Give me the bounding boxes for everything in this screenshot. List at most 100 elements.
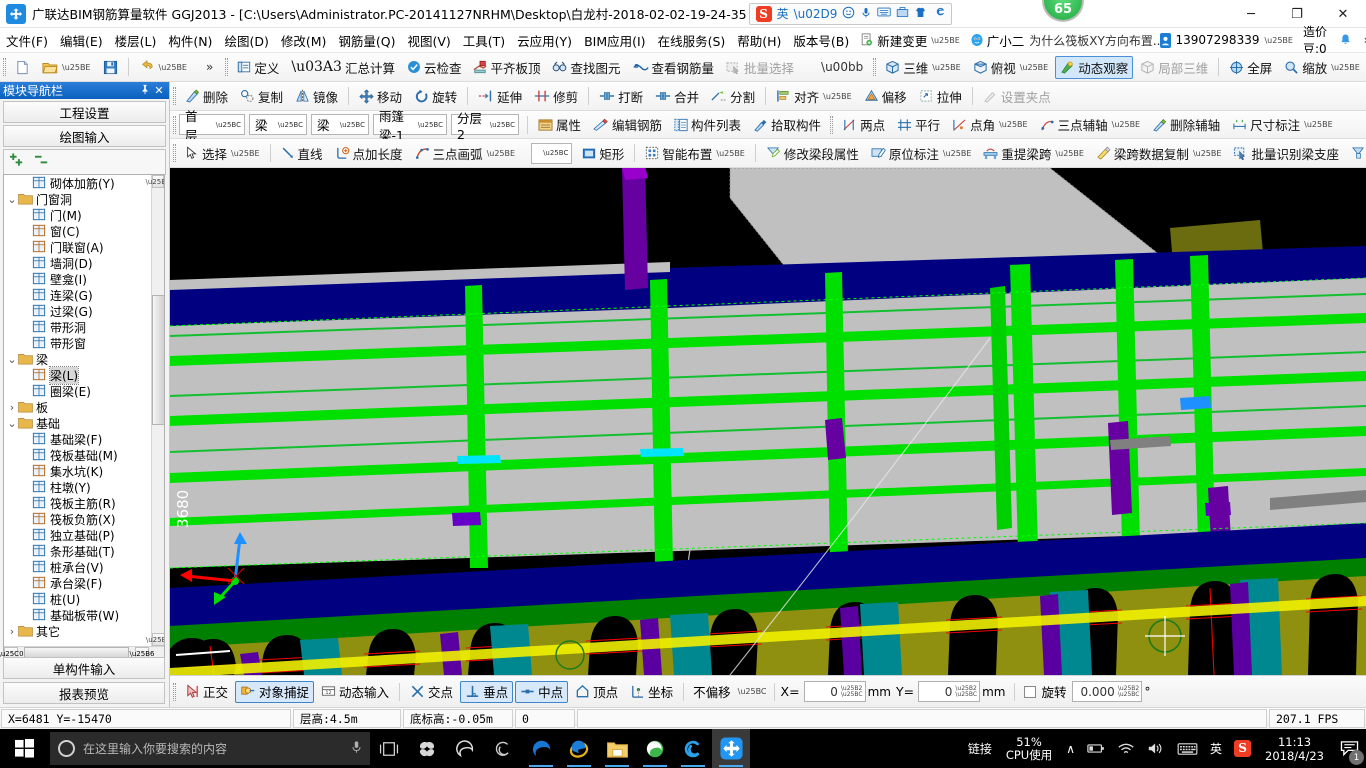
two-point-button[interactable]: 两点	[837, 113, 890, 136]
pin-icon[interactable]	[138, 84, 152, 98]
view-rebar-qty-button[interactable]: 查看钢筋量	[628, 56, 720, 79]
view-3d-button[interactable]: 三维 \u25BE	[880, 56, 966, 79]
merge-button[interactable]: 合并	[650, 85, 704, 108]
menu-file[interactable]: 文件(F)	[0, 28, 54, 53]
dimension-chevron-icon[interactable]: \u25BE	[1304, 120, 1333, 129]
point-angle-button[interactable]: 点角 \u25BE	[947, 113, 1033, 136]
tree-item-raft-foundation-icon[interactable]: 筏板基础(M)	[4, 447, 164, 463]
menu-help[interactable]: 帮助(H)	[731, 28, 787, 53]
edit-rebar-button[interactable]: 编辑钢筋	[588, 113, 667, 136]
menubar-overflow-icon[interactable]: »	[1357, 33, 1366, 47]
sogou-logo-icon[interactable]: S	[755, 5, 772, 22]
menu-bim-app[interactable]: BIM应用(I)	[578, 28, 652, 53]
notification-center-button[interactable]: 1	[1332, 729, 1366, 768]
layer-combo[interactable]: 分层2 \u25BC	[451, 111, 519, 142]
tree-expand-chevron-icon[interactable]: ›	[6, 625, 18, 638]
link-status-label[interactable]: 链接	[962, 740, 998, 757]
tree-item-folder-1[interactable]: ⌄ 门窗洞	[4, 191, 164, 207]
ime-punctuation-icon[interactable]: \u02D9	[794, 7, 838, 21]
floor-combo-chevron-icon[interactable]: \u25BC	[216, 121, 241, 129]
toolbar-edit-grip[interactable]	[173, 87, 176, 105]
scroll-up-icon[interactable]: \u25B2	[146, 175, 164, 188]
dimension-button[interactable]: 尺寸标注 \u25BE	[1227, 113, 1338, 136]
tree-item-strip-footing-icon[interactable]: 条形基础(T)	[4, 543, 164, 559]
select-tool-chevron-icon[interactable]: \u25BE	[231, 149, 260, 158]
component-type-combo[interactable]: 梁 \u25BC	[311, 114, 369, 135]
rotate-button[interactable]: 旋转	[409, 85, 462, 108]
view-3d-chevron-icon[interactable]: \u25BE	[932, 63, 961, 72]
split-button[interactable]: 分割	[706, 85, 760, 108]
x-offset-spinner[interactable]: \u25B2 \u25BC	[841, 685, 863, 698]
app-edge-icon[interactable]	[522, 729, 560, 768]
tree-item-ring-beam-icon[interactable]: 圈梁(E)	[4, 383, 164, 399]
app-ie-icon[interactable]	[560, 729, 598, 768]
view-top-button[interactable]: 俯视 \u25BE	[968, 56, 1054, 79]
collapse-all-icon[interactable]	[34, 153, 51, 171]
extend-button[interactable]: 延伸	[473, 85, 527, 108]
menu-floor[interactable]: 楼层(L)	[109, 28, 163, 53]
tray-expand-chevron-icon[interactable]: ∧	[1060, 742, 1081, 756]
task-view-icon[interactable]	[370, 729, 408, 768]
span-data-copy-button[interactable]: 梁跨数据复制 \u25BE	[1091, 142, 1227, 165]
ortho-toggle[interactable]: 正交	[180, 681, 233, 703]
dynamic-input-toggle[interactable]: 12 动态输入	[316, 681, 394, 703]
chevron-down-icon[interactable]: \u25BE	[931, 36, 960, 45]
microphone-icon[interactable]	[351, 740, 362, 758]
tree-item-foundation-strip-icon[interactable]: 基础板带(W)	[4, 607, 164, 623]
toolbar-component-grip[interactable]	[173, 115, 176, 134]
vertex-snap-toggle[interactable]: 顶点	[570, 681, 623, 703]
assistant-button[interactable]: 广小二	[965, 29, 1030, 52]
component-type-chevron-icon[interactable]: \u25BC	[340, 121, 365, 129]
tree-item-door-icon[interactable]: 门(M)	[4, 207, 164, 223]
align-slab-top-button[interactable]: 平齐板顶	[468, 56, 545, 79]
apply-same-beam-button[interactable]: 应用到同名梁	[1346, 142, 1366, 165]
menu-rebar[interactable]: 钢筋量(Q)	[332, 28, 401, 53]
align-chevron-icon[interactable]: \u25BE	[823, 92, 852, 101]
menu-online-service[interactable]: 在线服务(S)	[652, 28, 732, 53]
layer-combo-chevron-icon[interactable]: \u25BC	[490, 121, 515, 129]
keyboard-icon[interactable]	[1171, 742, 1204, 756]
cpu-usage-indicator[interactable]: 51% CPU使用	[998, 735, 1060, 762]
tree-item-isolated-footing-icon[interactable]: 独立基础(P)	[4, 527, 164, 543]
ime-settings-icon[interactable]	[932, 6, 945, 22]
toolbar-grip-3[interactable]	[873, 58, 877, 76]
component-list-button[interactable]: 构件列表	[669, 113, 746, 136]
toolbar-axis-grip[interactable]	[830, 115, 834, 134]
report-preview-button[interactable]: 报表预览	[3, 682, 165, 704]
scroll-thumb[interactable]	[152, 295, 164, 425]
ime-keyboard-icon[interactable]	[877, 6, 892, 21]
delete-axis-button[interactable]: 删除辅轴	[1147, 113, 1225, 136]
clock[interactable]: 11:13 2018/4/23	[1257, 735, 1332, 763]
draw-mode-combo[interactable]: \u25BC	[531, 142, 573, 164]
model-3d-viewport[interactable]: 3680	[170, 168, 1366, 675]
component-category-chevron-icon[interactable]: \u25BC	[278, 121, 303, 129]
toolbar-grip[interactable]	[3, 58, 6, 76]
scroll-down-icon[interactable]: \u25BC	[146, 633, 164, 646]
snapbar-grip[interactable]	[173, 682, 176, 701]
tree-item-pile-cap-icon[interactable]: 桩承台(V)	[4, 559, 164, 575]
break-button[interactable]: 打断	[594, 85, 648, 108]
tree-vertical-scrollbar[interactable]: \u25B2 \u25BC	[146, 175, 164, 646]
view-top-chevron-icon[interactable]: \u25BE	[1020, 63, 1049, 72]
midpoint-snap-toggle[interactable]: 中点	[515, 680, 569, 703]
intersection-snap-toggle[interactable]: 交点	[405, 681, 458, 703]
modify-beam-segment-button[interactable]: 修改梁段属性	[761, 142, 864, 165]
floor-combo[interactable]: 首层 \u25BC	[179, 109, 245, 143]
menu-component[interactable]: 构件(N)	[162, 28, 218, 53]
taskbar-search-box[interactable]: 在这里输入你要搜索的内容	[50, 732, 370, 765]
tree-item-raft-neg-rebar-icon[interactable]: 筏板负筋(X)	[4, 511, 164, 527]
menu-cloud-app[interactable]: 云应用(Y)	[511, 28, 578, 53]
single-component-input-button[interactable]: 单构件输入	[3, 657, 165, 679]
project-settings-button[interactable]: 工程设置	[3, 101, 166, 123]
undo-chevron-icon[interactable]: \u25BE	[159, 63, 188, 72]
tree-item-masonry-rebar-icon[interactable]: 砌体加筋(Y)	[4, 175, 164, 191]
smart-layout-button[interactable]: 智能布置 \u25BE	[640, 142, 750, 165]
menu-edit[interactable]: 编辑(E)	[54, 28, 109, 53]
trim-button[interactable]: 修剪	[529, 85, 583, 108]
ad-banner-text[interactable]: 为什么筏板XY方向布置..	[1029, 32, 1160, 49]
tree-item-folder-28[interactable]: › 其它	[4, 623, 164, 639]
toolbar-grip-2[interactable]	[225, 58, 229, 76]
volume-icon[interactable]	[1141, 741, 1171, 756]
toolbar-draw-grip[interactable]	[173, 144, 176, 162]
tree-item-wall-opening-icon[interactable]: 墙洞(D)	[4, 255, 164, 271]
